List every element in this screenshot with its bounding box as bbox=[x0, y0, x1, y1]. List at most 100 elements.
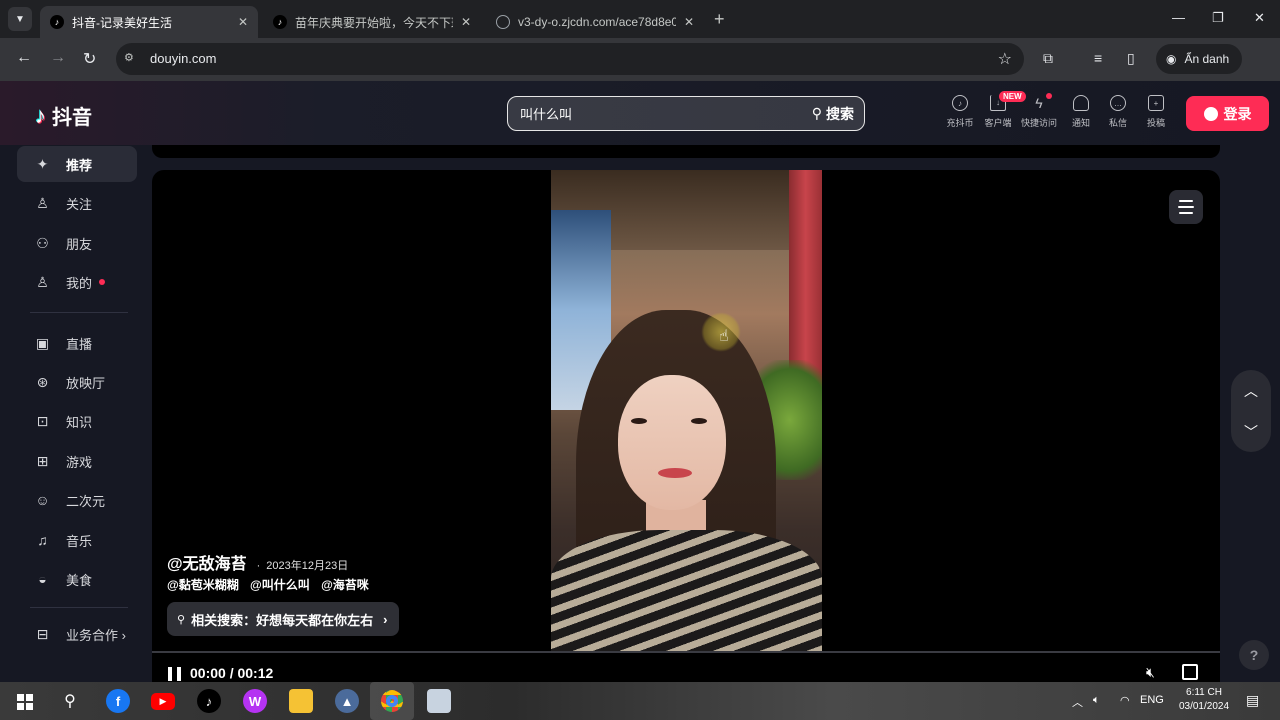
action-messages[interactable]: … 私信 bbox=[1098, 95, 1138, 129]
menu-icon bbox=[1178, 206, 1194, 208]
douyin-logo[interactable]: ♪ 抖音 bbox=[35, 101, 92, 130]
wps-icon[interactable]: W bbox=[243, 689, 267, 713]
video-frame[interactable]: ☝ bbox=[551, 170, 822, 651]
tab-title: 抖音-记录美好生活 bbox=[72, 15, 172, 30]
action-notifications[interactable]: 通知 bbox=[1061, 95, 1101, 129]
address-bar[interactable]: ⚙ douyin.com ☆ bbox=[116, 43, 1024, 75]
notification-center-icon[interactable]: ▤ bbox=[1246, 692, 1259, 709]
knowledge-icon: ⊡ bbox=[36, 412, 49, 429]
minimize-icon[interactable]: — bbox=[1172, 10, 1185, 25]
anime-icon: ☺ bbox=[35, 492, 50, 508]
mention-link[interactable]: @海苔咪 bbox=[321, 578, 369, 592]
back-icon[interactable]: ← bbox=[16, 49, 32, 67]
tray-overflow-icon[interactable]: ︿ bbox=[1072, 694, 1083, 710]
search-button[interactable]: ⚲ 搜索 bbox=[812, 104, 854, 124]
search-box[interactable]: 叫什么叫 ⚲ 搜索 bbox=[507, 96, 865, 131]
sidebar-item-live[interactable]: ▣ 直播 bbox=[17, 325, 137, 361]
screen: ▼ ♪ 抖音-记录美好生活 ✕ ♪ 苗年庆典要开始啦，今天不下班 ✕ v3-dy… bbox=[0, 0, 1280, 720]
video-scene bbox=[691, 418, 707, 424]
notes-icon[interactable] bbox=[427, 689, 451, 713]
sidebar-item-label: 我的 bbox=[66, 275, 93, 291]
browser-tab-video[interactable]: ♪ 苗年庆典要开始啦，今天不下班 ✕ bbox=[263, 6, 481, 38]
browser-tab-cdn[interactable]: v3-dy-o.zjcdn.com/ace78d8e08 ✕ bbox=[486, 6, 704, 38]
douyin-icon: ♪ bbox=[273, 15, 287, 29]
media-control-icon[interactable]: ≡ bbox=[1094, 50, 1102, 66]
fullscreen-icon[interactable] bbox=[1182, 664, 1198, 680]
search-input[interactable]: 叫什么叫 bbox=[520, 104, 812, 123]
sidebar-item-label: 放映厅 bbox=[66, 375, 106, 391]
incognito-indicator[interactable]: ◉ Ẩn danh bbox=[1156, 44, 1242, 74]
business-icon: ⊟ bbox=[36, 625, 49, 642]
mention-link[interactable]: @黏苞米糊糊 bbox=[167, 578, 239, 592]
cinema-icon: ⊛ bbox=[36, 373, 49, 390]
facebook-icon[interactable]: f bbox=[106, 689, 130, 713]
browser-tab-douyin[interactable]: ♪ 抖音-记录美好生活 ✕ bbox=[40, 6, 258, 38]
search-icon: ⚲ bbox=[811, 105, 822, 121]
close-window-icon[interactable]: ✕ bbox=[1254, 10, 1265, 26]
video-player[interactable]: ☝ @无敌海苔 · 2023年12月23日 @黏苞米糊糊 @叫什么叫 @海苔咪 … bbox=[152, 170, 1220, 682]
action-label: 私信 bbox=[1108, 118, 1127, 128]
user-avatar-icon bbox=[1203, 106, 1218, 121]
more-menu-button[interactable] bbox=[1169, 190, 1203, 224]
sidebar-item-mine[interactable]: ♙ 我的 bbox=[17, 264, 137, 300]
mute-icon[interactable]: 🔇︎ bbox=[1146, 664, 1155, 681]
action-recharge[interactable]: ♪ 充抖币 bbox=[940, 95, 980, 129]
close-tab-icon[interactable]: ✕ bbox=[684, 15, 694, 29]
sidebar-item-recommend[interactable]: ✦ 推荐 bbox=[17, 146, 137, 182]
chevron-down-icon[interactable]: ﹀ bbox=[1244, 422, 1258, 442]
chevron-up-icon[interactable]: ︿ bbox=[1244, 381, 1258, 401]
forward-icon[interactable]: → bbox=[50, 49, 66, 67]
login-button[interactable]: 登录 bbox=[1186, 96, 1269, 131]
clock-date: 03/01/2024 bbox=[1178, 701, 1230, 712]
incognito-icon: ◉ bbox=[1166, 52, 1177, 66]
friends-icon: ⚇ bbox=[36, 234, 49, 251]
site-info-icon[interactable]: ⚙ bbox=[124, 51, 140, 67]
side-panel-icon[interactable]: ▯ bbox=[1127, 50, 1135, 67]
windows-start-icon[interactable] bbox=[17, 694, 33, 710]
clock-time: 6:11 CH bbox=[1186, 687, 1222, 698]
tab-search-dropdown[interactable]: ▼ bbox=[8, 7, 32, 31]
reload-icon[interactable]: ↻ bbox=[83, 49, 96, 69]
action-upload[interactable]: + 投稿 bbox=[1136, 95, 1176, 129]
bookmark-star-icon[interactable]: ☆ bbox=[998, 49, 1012, 69]
previous-video-edge bbox=[152, 145, 1220, 158]
help-button[interactable]: ? bbox=[1239, 640, 1269, 670]
browser-tab-bar: ▼ ♪ 抖音-记录美好生活 ✕ ♪ 苗年庆典要开始啦，今天不下班 ✕ v3-dy… bbox=[0, 0, 1280, 38]
sidebar-item-anime[interactable]: ☺ 二次元 bbox=[17, 482, 137, 518]
language-indicator[interactable]: ENG bbox=[1140, 694, 1164, 706]
sidebar-item-friends[interactable]: ⚇ 朋友 bbox=[17, 225, 137, 261]
sidebar-item-knowledge[interactable]: ⊡ 知识 bbox=[17, 403, 137, 439]
sidebar-item-label: 直播 bbox=[66, 336, 93, 352]
related-search-chip[interactable]: ⚲ 相关搜索：好想每天都在你左右 › bbox=[167, 602, 400, 636]
volume-icon[interactable]: 🔈︎ bbox=[1093, 694, 1100, 707]
system-clock[interactable]: 6:11 CH 03/01/2024 bbox=[1174, 686, 1234, 714]
sidebar-item-food[interactable]: ◒ 美食 bbox=[17, 561, 137, 597]
related-search-text: 相关搜索：好想每天都在你左右 bbox=[191, 612, 374, 628]
extensions-icon[interactable]: ⧉ bbox=[1043, 50, 1053, 67]
close-tab-icon[interactable]: ✕ bbox=[238, 15, 248, 29]
url-text: douyin.com bbox=[150, 51, 217, 66]
search-icon[interactable]: ⚲ bbox=[58, 689, 82, 713]
restore-icon[interactable]: ❐ bbox=[1212, 10, 1224, 26]
close-tab-icon[interactable]: ✕ bbox=[461, 15, 471, 29]
action-label: 通知 bbox=[1071, 118, 1090, 128]
sidebar-item-music[interactable]: ♫ 音乐 bbox=[17, 522, 137, 558]
search-icon: ⚲ bbox=[177, 613, 186, 626]
author-name[interactable]: @无敌海苔 bbox=[167, 550, 247, 574]
chrome-taskbar-button[interactable] bbox=[370, 682, 414, 720]
app-icon[interactable]: ▲ bbox=[335, 689, 359, 713]
mention-link[interactable]: @叫什么叫 bbox=[250, 578, 310, 592]
sidebar-item-follow[interactable]: ♙ 关注 bbox=[17, 185, 137, 221]
sidebar-item-games[interactable]: ⊞ 游戏 bbox=[17, 443, 137, 479]
wifi-icon[interactable]: ◠ bbox=[1120, 694, 1130, 707]
file-explorer-icon[interactable] bbox=[289, 689, 313, 713]
new-tab-icon[interactable]: + bbox=[714, 9, 725, 30]
pause-icon[interactable] bbox=[168, 667, 181, 681]
action-quick-access[interactable]: ϟ 快捷访问 bbox=[1019, 95, 1059, 129]
sidebar-item-cinema[interactable]: ⊛ 放映厅 bbox=[17, 364, 137, 400]
tiktok-icon[interactable]: ♪ bbox=[197, 689, 221, 713]
youtube-icon[interactable]: ▶ bbox=[151, 693, 175, 710]
video-navigation: ︿ ﹀ bbox=[1231, 370, 1271, 452]
sidebar-item-business[interactable]: ⊟ 业务合作 › bbox=[17, 616, 137, 652]
sidebar-item-label: 关注 bbox=[66, 196, 93, 212]
